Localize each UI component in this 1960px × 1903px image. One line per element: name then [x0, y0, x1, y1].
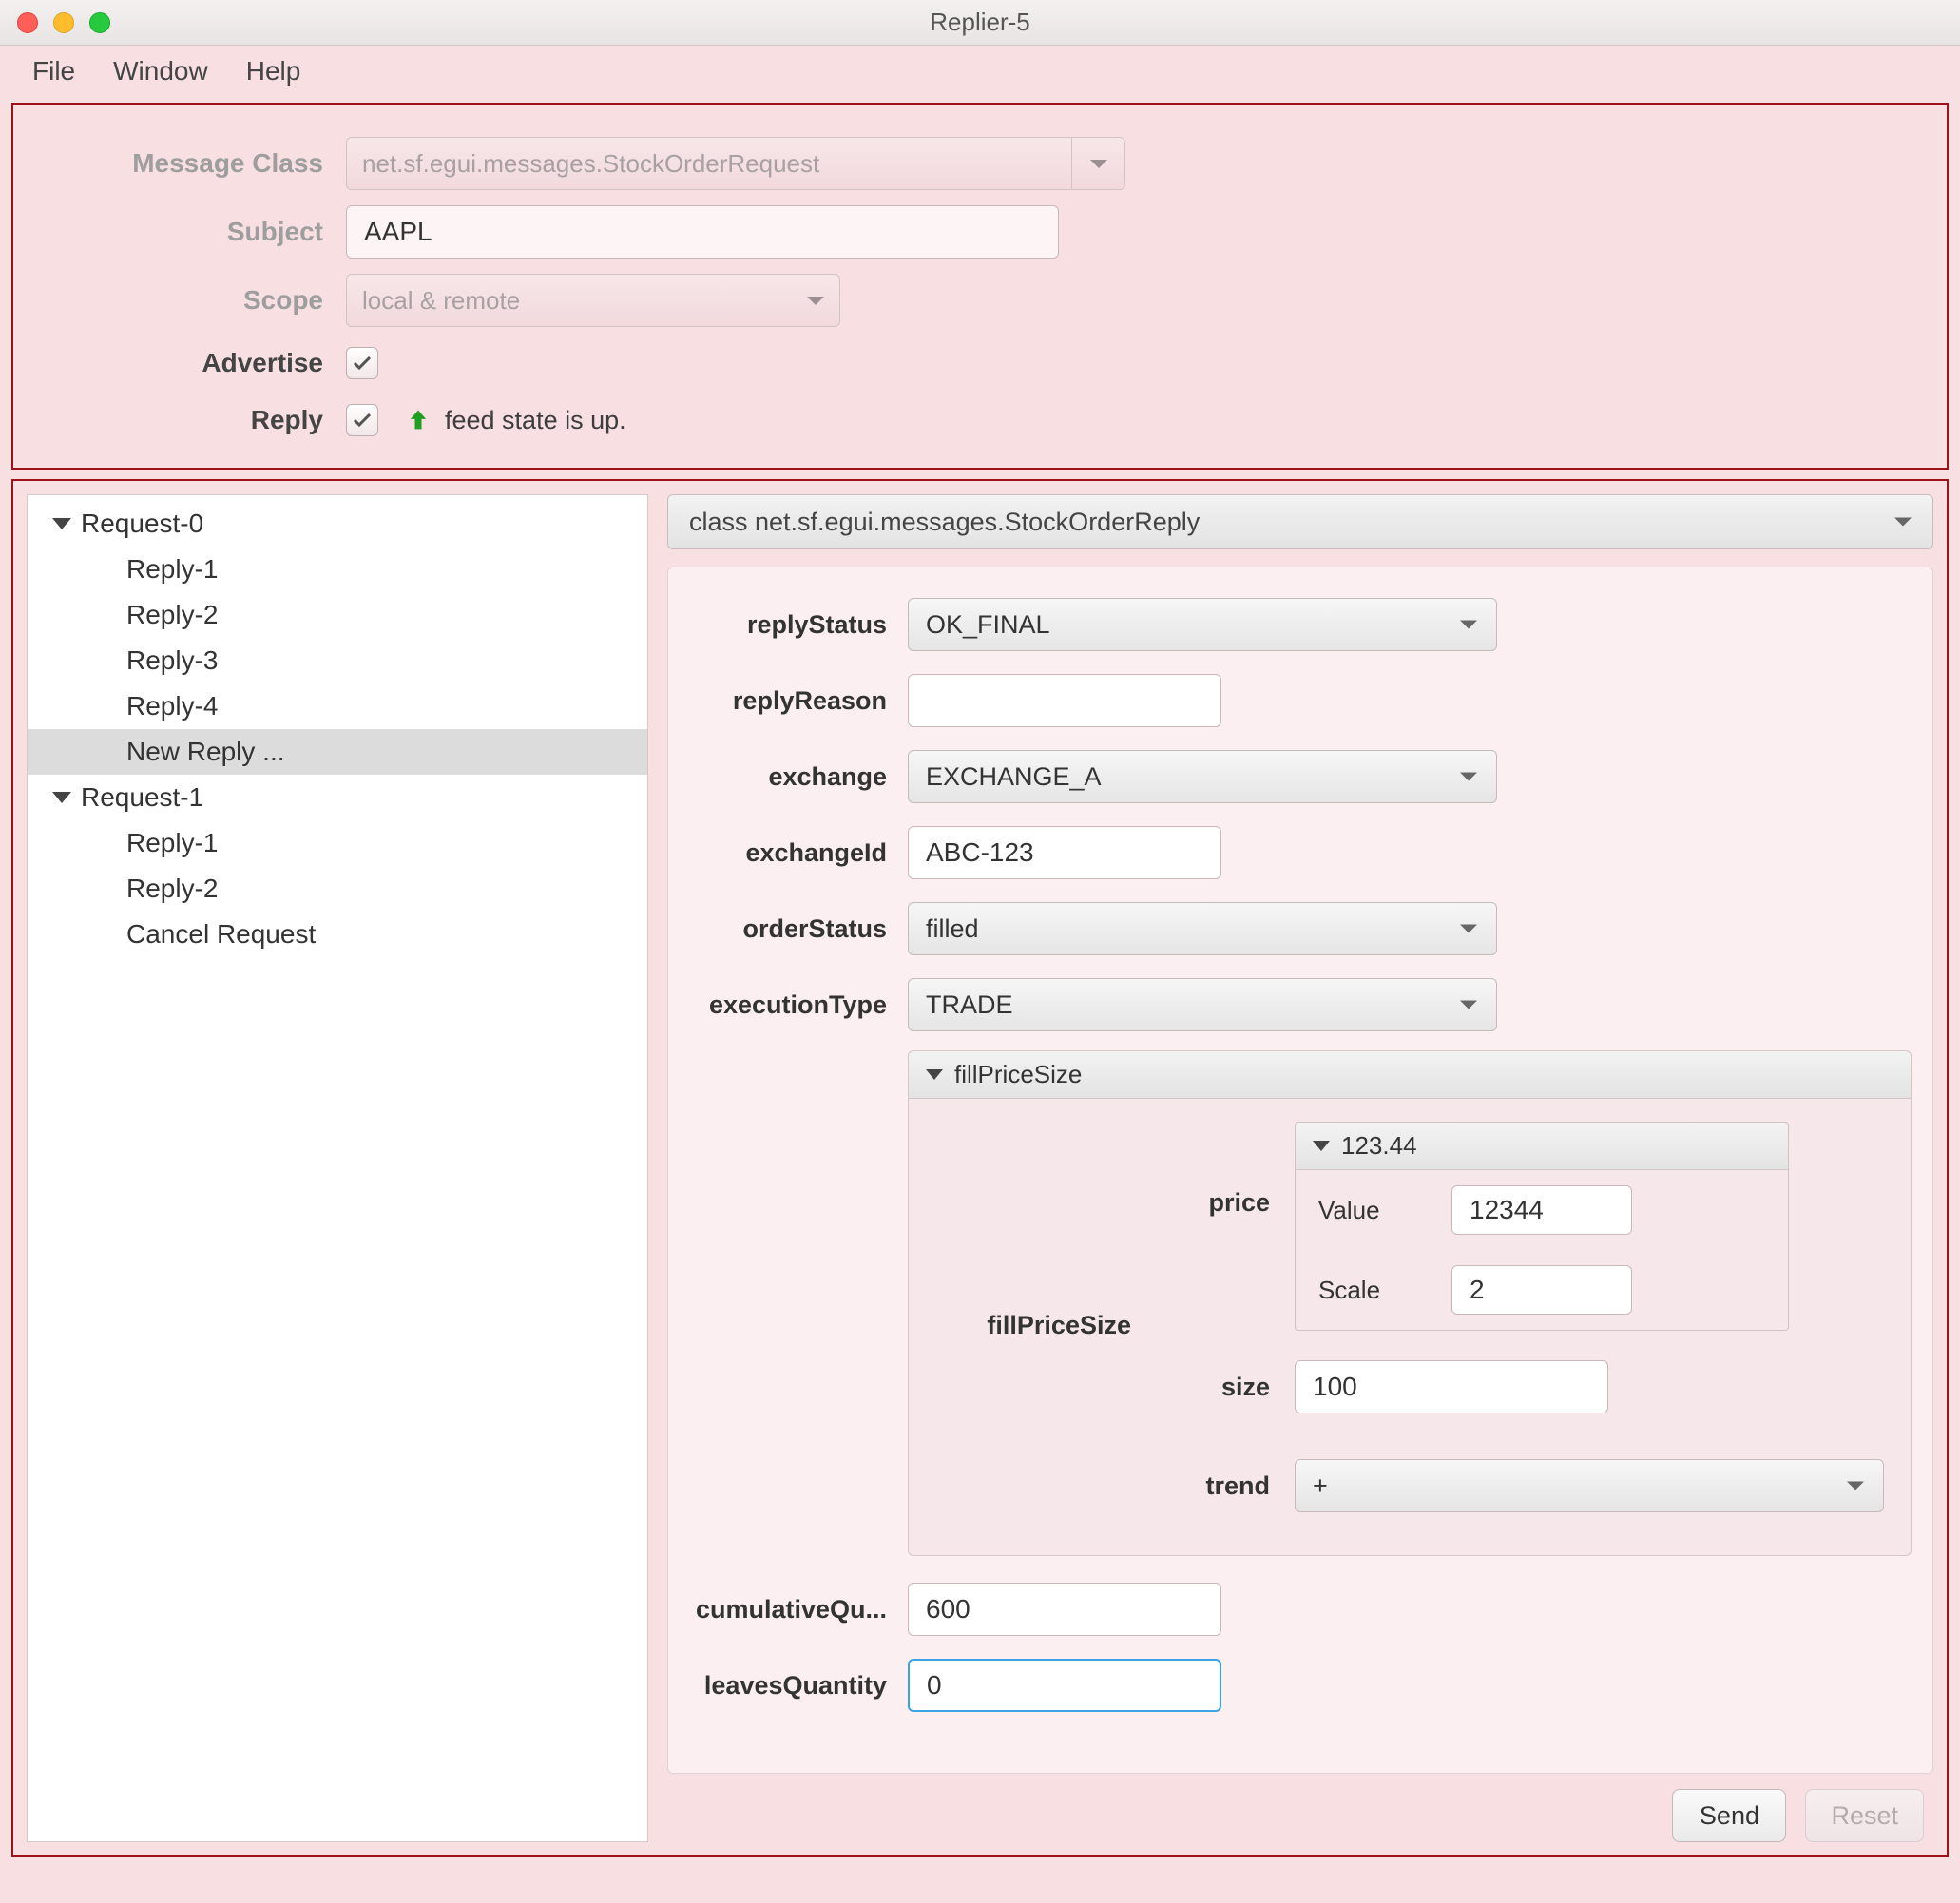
exchange-select[interactable]: EXCHANGE_A: [908, 750, 1497, 803]
menu-file[interactable]: File: [32, 56, 75, 86]
tree-leaf[interactable]: Reply-2: [28, 592, 647, 638]
trend-select[interactable]: +: [1295, 1459, 1884, 1512]
execution-type-select[interactable]: TRADE: [908, 978, 1497, 1031]
label-cumulative-quantity: cumulativeQu...: [689, 1595, 908, 1624]
label-scale: Scale: [1318, 1276, 1423, 1305]
fields-panel: replyStatus OK_FINAL replyReason exchang…: [667, 567, 1933, 1774]
label-scope: Scope: [51, 285, 346, 316]
menubar: File Window Help: [0, 46, 1960, 97]
reply-status-select[interactable]: OK_FINAL: [908, 598, 1497, 651]
chevron-down-icon: [1894, 518, 1912, 527]
class-selector-value: class net.sf.egui.messages.StockOrderRep…: [689, 508, 1200, 537]
label-reply-status: replyStatus: [689, 610, 908, 640]
tree-leaf[interactable]: Reply-3: [28, 638, 647, 683]
footer: Send Reset: [667, 1774, 1933, 1842]
zoom-icon[interactable]: [89, 12, 110, 33]
price-value-input[interactable]: [1451, 1185, 1632, 1235]
editor-panel: Request-0Reply-1Reply-2Reply-3Reply-4New…: [11, 479, 1949, 1857]
label-exchange-id: exchangeId: [689, 838, 908, 868]
price-scale-input[interactable]: [1451, 1265, 1632, 1315]
message-class-combo[interactable]: net.sf.egui.messages.StockOrderRequest: [346, 137, 1125, 190]
chevron-down-icon: [1460, 773, 1477, 781]
menu-window[interactable]: Window: [113, 56, 208, 86]
check-icon: [351, 409, 374, 432]
chevron-down-icon: [52, 792, 71, 803]
tree-leaf[interactable]: New Reply ...: [28, 729, 647, 775]
label-leaves-quantity: leavesQuantity: [689, 1671, 908, 1701]
tree-node-label: Request-0: [81, 509, 203, 539]
label-order-status: orderStatus: [689, 914, 908, 944]
check-icon: [351, 352, 374, 375]
label-size: size: [1156, 1373, 1270, 1402]
label-advertise: Advertise: [51, 348, 346, 378]
price-card: 123.44 Value Scale: [1295, 1122, 1789, 1331]
tree-leaf[interactable]: Reply-1: [28, 820, 647, 866]
chevron-down-icon: [1847, 1482, 1864, 1490]
label-message-class: Message Class: [51, 148, 346, 179]
class-selector[interactable]: class net.sf.egui.messages.StockOrderRep…: [667, 494, 1933, 549]
label-value: Value: [1318, 1196, 1423, 1225]
execution-type-value: TRADE: [926, 990, 1013, 1020]
titlebar: Replier-5: [0, 0, 1960, 46]
tree-leaf[interactable]: Reply-2: [28, 866, 647, 912]
size-input[interactable]: [1295, 1360, 1608, 1413]
price-card-header[interactable]: 123.44: [1296, 1123, 1788, 1170]
scope-value: local & remote: [362, 286, 520, 316]
group-title: fillPriceSize: [954, 1060, 1082, 1089]
order-status-select[interactable]: filled: [908, 902, 1497, 955]
fill-price-size-group-header[interactable]: fillPriceSize: [909, 1051, 1911, 1099]
config-panel: Message Class net.sf.egui.messages.Stock…: [11, 103, 1949, 470]
message-class-value: net.sf.egui.messages.StockOrderRequest: [362, 149, 819, 179]
label-reply: Reply: [51, 405, 346, 435]
scope-combo[interactable]: local & remote: [346, 274, 840, 327]
reply-reason-input[interactable]: [908, 674, 1221, 727]
tree-node-label: Request-1: [81, 782, 203, 813]
label-execution-type: executionType: [689, 990, 908, 1020]
label-trend: trend: [1156, 1471, 1270, 1501]
tree-node[interactable]: Request-0: [28, 501, 647, 547]
order-status-value: filled: [926, 914, 979, 944]
exchange-value: EXCHANGE_A: [926, 762, 1102, 792]
advertise-checkbox[interactable]: [346, 347, 378, 379]
label-exchange: exchange: [689, 762, 908, 792]
cumulative-quantity-input[interactable]: [908, 1583, 1221, 1636]
send-button[interactable]: Send: [1672, 1789, 1786, 1842]
chevron-down-icon: [807, 297, 824, 305]
chevron-down-icon: [1460, 925, 1477, 933]
tree-node[interactable]: Request-1: [28, 775, 647, 820]
label-subject: Subject: [51, 217, 346, 247]
trend-value: +: [1313, 1471, 1328, 1501]
tree-leaf[interactable]: Reply-1: [28, 547, 647, 592]
chevron-down-icon: [1313, 1141, 1330, 1151]
feed-status: feed state is up.: [405, 406, 626, 435]
close-icon[interactable]: [17, 12, 38, 33]
chevron-down-icon: [1460, 621, 1477, 629]
feed-status-text: feed state is up.: [445, 406, 626, 435]
chevron-down-icon: [52, 518, 71, 529]
menu-help[interactable]: Help: [246, 56, 301, 86]
leaves-quantity-input[interactable]: [908, 1659, 1221, 1712]
request-tree[interactable]: Request-0Reply-1Reply-2Reply-3Reply-4New…: [27, 494, 648, 1842]
chevron-down-icon: [1460, 1001, 1477, 1009]
label-reply-reason: replyReason: [689, 686, 908, 716]
reply-status-value: OK_FINAL: [926, 610, 1050, 640]
reply-checkbox[interactable]: [346, 404, 378, 436]
reply-editor: class net.sf.egui.messages.StockOrderRep…: [667, 494, 1933, 1842]
fill-price-size-group: fillPriceSize fillPriceSize price: [908, 1050, 1912, 1556]
label-price: price: [1156, 1122, 1270, 1218]
window-controls: [17, 12, 110, 33]
chevron-down-icon: [926, 1069, 943, 1080]
reset-button[interactable]: Reset: [1805, 1789, 1924, 1842]
chevron-down-icon[interactable]: [1071, 138, 1124, 189]
window-title: Replier-5: [0, 8, 1960, 37]
label-fill-price-size: fillPriceSize: [932, 1311, 1131, 1340]
subject-input[interactable]: [346, 205, 1059, 259]
exchange-id-input[interactable]: [908, 826, 1221, 879]
minimize-icon[interactable]: [53, 12, 74, 33]
tree-leaf[interactable]: Cancel Request: [28, 912, 647, 957]
price-display: 123.44: [1341, 1131, 1417, 1161]
tree-leaf[interactable]: Reply-4: [28, 683, 647, 729]
arrow-up-icon: [405, 407, 432, 433]
